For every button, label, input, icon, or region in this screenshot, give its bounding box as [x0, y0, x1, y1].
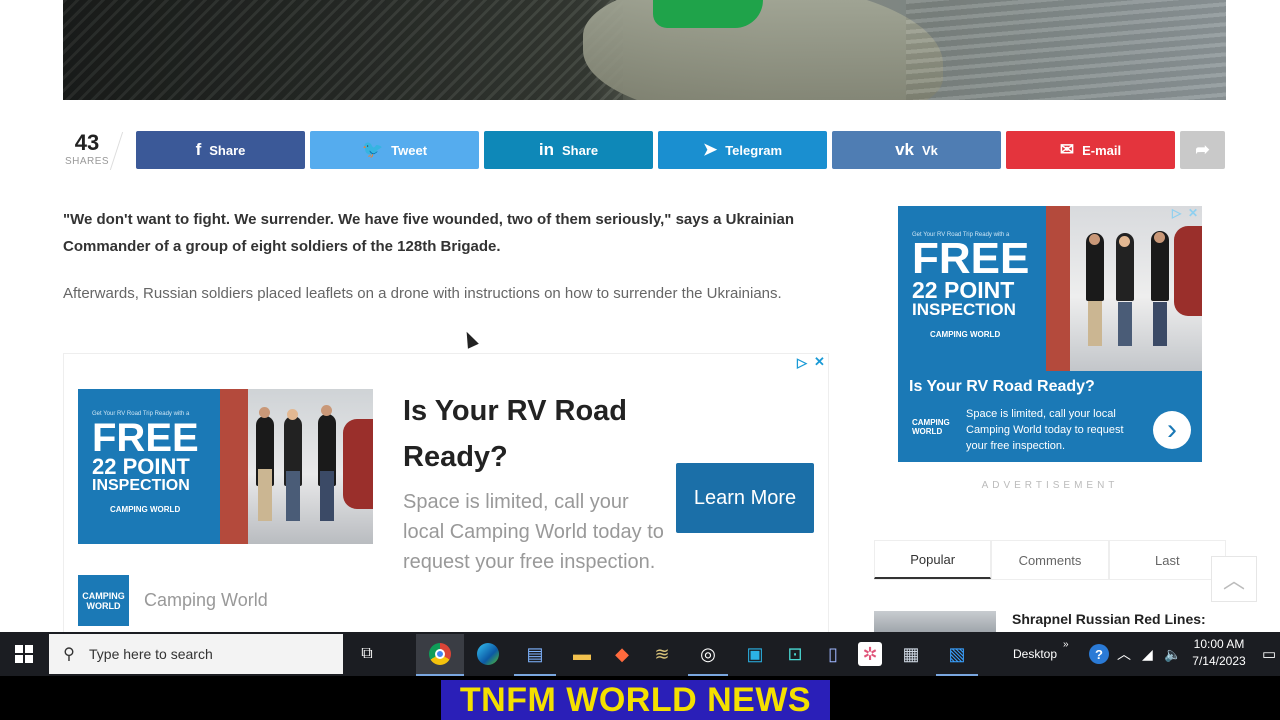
notifications-icon[interactable]: ▭	[1262, 632, 1276, 676]
side-ad-arrow-button[interactable]: ›	[1153, 411, 1191, 449]
taskbar-search[interactable]: ⚲ Type here to search	[49, 634, 343, 674]
tab-popular[interactable]: Popular	[874, 540, 992, 579]
ad-headline[interactable]: Is Your RV Road Ready?	[403, 388, 663, 480]
vk-share-label: Vk	[922, 142, 938, 158]
email-icon: ✉	[1059, 140, 1075, 159]
share-arrow-icon: ➦	[1195, 140, 1210, 159]
vk-icon: vk	[895, 140, 914, 159]
side-ad-body: Space is limited, call your local Campin…	[966, 408, 1124, 452]
sidebar-tabs: Popular Comments Last	[874, 540, 1226, 580]
tab-last[interactable]: Last	[1108, 540, 1226, 579]
windows-taskbar: ⚲ Type here to search ⧉ ▤ ▬ ◆ ≋ ◎ ▣ ⊡ ▯ …	[0, 632, 1280, 676]
advertisement-label: ADVERTISEMENT	[981, 480, 1119, 491]
email-share-button[interactable]: ✉ E-mail	[1006, 131, 1175, 169]
twitter-tweet-button[interactable]: 🐦 Tweet	[310, 131, 479, 169]
tray-overflow-icon[interactable]: ︿	[1117, 632, 1131, 676]
pattern-app-icon[interactable]: ✲	[858, 642, 882, 666]
email-share-label: E-mail	[1082, 142, 1122, 158]
share-divider	[109, 132, 124, 170]
help-icon[interactable]: ?	[1085, 640, 1113, 668]
stack-app-icon[interactable]: ≋	[648, 640, 676, 668]
side-ad-photo	[1046, 206, 1202, 371]
facebook-icon: f	[195, 140, 202, 159]
ad-banner-image[interactable]: Get Your RV Road Trip Ready with a FREE …	[78, 389, 373, 544]
side-ad-headline[interactable]: Is Your RV Road Ready?	[909, 378, 1095, 396]
photos-icon[interactable]: ▧	[943, 640, 971, 668]
advertiser-logo[interactable]: CAMPING WORLD	[78, 575, 129, 626]
share-count-number: 43	[74, 130, 100, 155]
ad-body-text: Space is limited, call your local Campin…	[403, 491, 664, 573]
facebook-share-button[interactable]: f Share	[136, 131, 305, 169]
side-ad-brand: CAMPING WORLD	[930, 329, 1001, 339]
search-icon: ⚲	[63, 646, 75, 663]
ad-choices-icon[interactable]: ▷	[797, 355, 807, 371]
linkedin-share-label: Share	[561, 142, 599, 158]
taskbar-search-placeholder: Type here to search	[89, 646, 213, 662]
side-ad-inspection: INSPECTION	[912, 299, 1016, 319]
twitter-icon: 🐦	[361, 140, 384, 159]
advertiser-name[interactable]: Camping World	[144, 590, 268, 611]
paint-app-icon[interactable]: ◆	[608, 640, 636, 668]
news-channel-title: TNFM WORLD NEWS	[441, 680, 830, 720]
capture-app-icon[interactable]: ⊡	[781, 640, 809, 668]
tab-comments[interactable]: Comments	[991, 540, 1109, 579]
side-ad-promo: Get Your RV Road Trip Ready with a FREE …	[898, 206, 1046, 371]
sidebar-article-headline[interactable]: Shrapnel Russian Red Lines:	[1012, 611, 1206, 627]
telegram-share-button[interactable]: ➤ Telegram	[658, 131, 827, 169]
ad-banner-brand: CAMPING WORLD	[110, 505, 181, 515]
chrome-icon[interactable]	[426, 640, 454, 668]
article-paragraph-quote: "We don't want to fight. We surrender. W…	[63, 211, 794, 255]
toolbar-expand-icon[interactable]: »	[1063, 622, 1069, 666]
facebook-share-label: Share	[209, 142, 246, 158]
calculator-icon[interactable]: ▦	[897, 640, 925, 668]
scroll-to-top-button[interactable]: ︿	[1211, 556, 1257, 602]
share-count: 43 SHARES	[63, 130, 111, 167]
side-ad-choices-icon[interactable]: ▷	[1172, 206, 1181, 220]
twitter-tweet-label: Tweet	[391, 142, 428, 158]
side-ad-logo: CAMPING WORLD	[912, 418, 950, 436]
start-button[interactable]	[0, 632, 48, 676]
volume-icon[interactable]: 🔈	[1164, 632, 1181, 676]
linkedin-icon: in	[538, 140, 554, 159]
file-explorer-icon[interactable]: ▬	[568, 640, 596, 668]
side-ad-point: 22 POINT	[912, 276, 1015, 303]
share-count-label: SHARES	[64, 156, 110, 167]
task-view-icon[interactable]: ⧉	[353, 640, 381, 668]
windows-logo-icon	[15, 645, 33, 663]
sidebar-ad[interactable]: Get Your RV Road Trip Ready with a FREE …	[898, 206, 1202, 462]
phone-app-icon[interactable]: ▯	[819, 640, 847, 668]
ad-banner-point: 22 POINT	[92, 454, 190, 479]
linkedin-share-button[interactable]: in Share	[484, 131, 653, 169]
article-hero-image	[63, 0, 1226, 100]
clock-time: 10:00 AM	[1193, 637, 1245, 651]
obs-icon[interactable]: ◎	[694, 640, 722, 668]
ad-close-icon[interactable]: ✕	[814, 354, 825, 370]
ad-banner-free: FREE	[92, 416, 199, 460]
telegram-share-label: Telegram	[725, 142, 783, 158]
article-paragraph: Afterwards, Russian soldiers placed leaf…	[63, 285, 782, 302]
vk-share-button[interactable]: vk Vk	[832, 131, 1001, 169]
desktop-toolbar-label[interactable]: Desktop	[1013, 632, 1057, 676]
learn-more-button[interactable]: Learn More	[676, 463, 814, 533]
side-ad-free: FREE	[912, 234, 1030, 283]
telegram-icon: ➤	[702, 140, 718, 159]
network-icon[interactable]: ◢	[1142, 632, 1153, 676]
notepad-icon[interactable]: ▤	[521, 640, 549, 668]
more-share-button[interactable]: ➦	[1180, 131, 1225, 169]
ad-banner-inspection: INSPECTION	[92, 476, 190, 494]
edge-icon[interactable]	[474, 640, 502, 668]
side-ad-close-icon[interactable]: ✕	[1188, 206, 1198, 220]
mouse-cursor-icon	[461, 329, 479, 349]
taskbar-clock[interactable]: 10:00 AM 7/14/2023	[1186, 636, 1252, 670]
ad-banner-photo	[220, 389, 373, 544]
video-editor-icon[interactable]: ▣	[741, 640, 769, 668]
clock-date: 7/14/2023	[1192, 654, 1246, 668]
inline-ad[interactable]: ▷ ✕ Get Your RV Road Trip Ready with a F…	[63, 353, 829, 643]
